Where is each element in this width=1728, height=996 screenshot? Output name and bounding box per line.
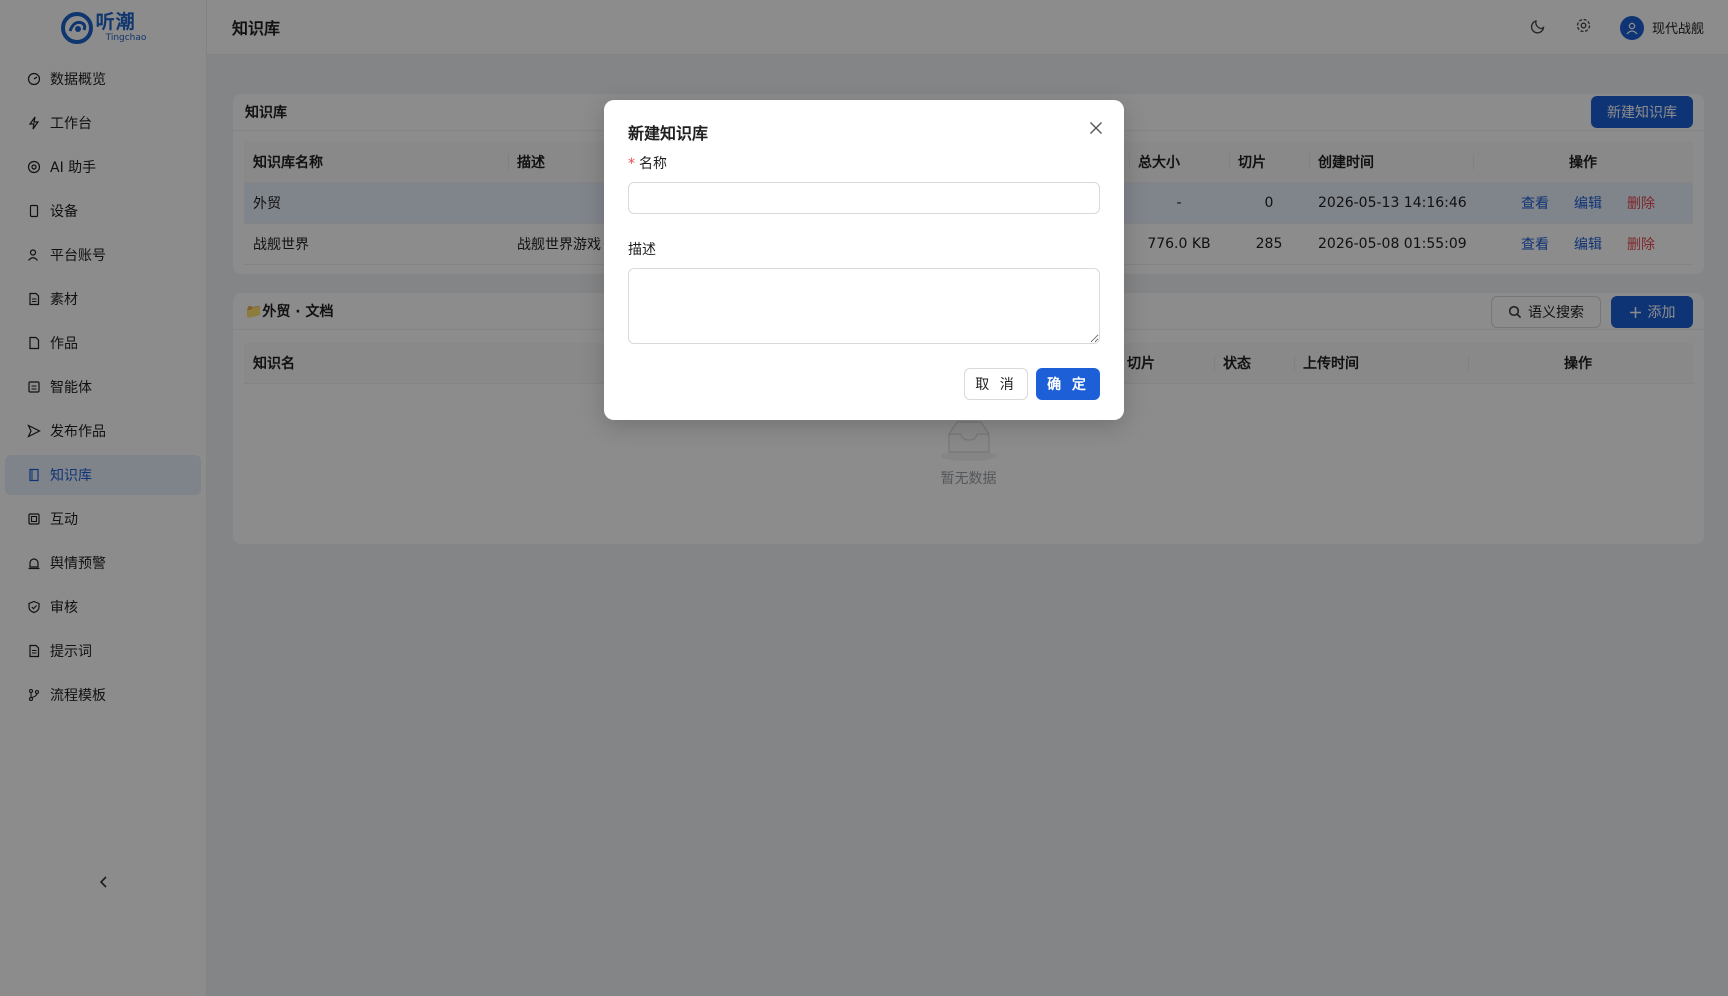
name-label: * 名称	[628, 153, 667, 173]
confirm-button[interactable]: 确 定	[1036, 368, 1100, 400]
close-button[interactable]	[1086, 118, 1106, 138]
modal-title: 新建知识库	[628, 124, 709, 143]
cancel-button[interactable]: 取 消	[964, 368, 1028, 400]
name-label-text: 名称	[639, 156, 667, 172]
name-input[interactable]	[628, 182, 1100, 214]
desc-textarea[interactable]	[628, 268, 1100, 344]
desc-label: 描述	[628, 242, 656, 258]
close-icon	[1090, 122, 1102, 134]
required-mark: *	[628, 156, 635, 172]
new-kb-modal: 新建知识库 * 名称 描述 取 消 确 定	[604, 100, 1124, 420]
